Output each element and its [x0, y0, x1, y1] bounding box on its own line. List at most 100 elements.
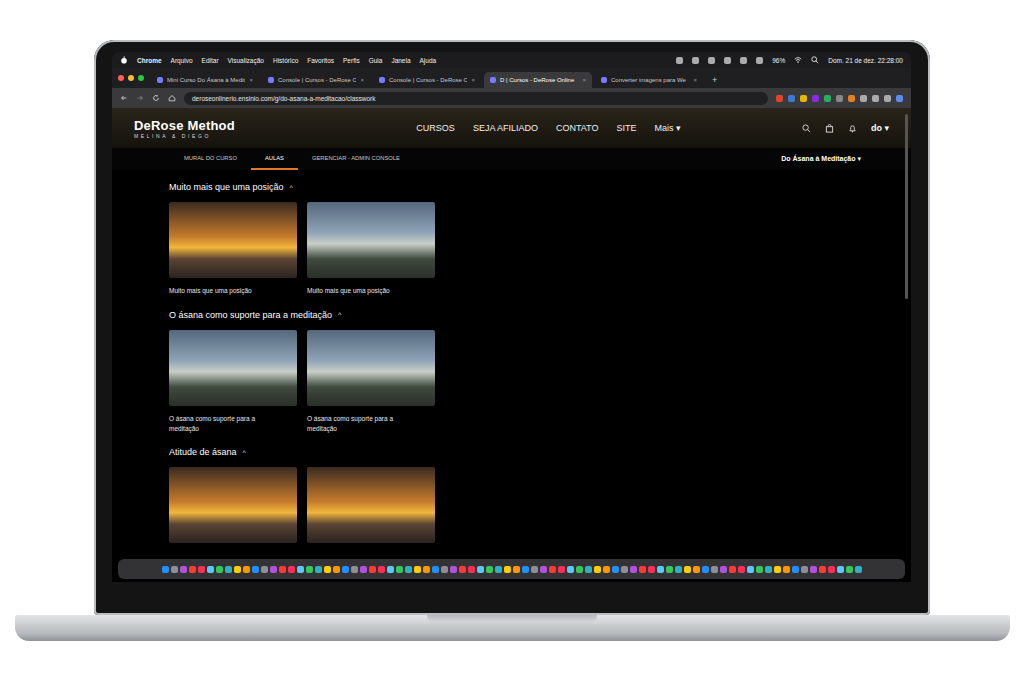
menu-item[interactable]: Visualização: [228, 57, 264, 64]
app-icon[interactable]: [513, 566, 520, 573]
app-icon[interactable]: [549, 566, 556, 573]
app-icon[interactable]: [225, 566, 232, 573]
app-icon[interactable]: [666, 566, 673, 573]
status-icon[interactable]: [724, 57, 731, 64]
bag-icon[interactable]: [825, 124, 834, 133]
app-icon[interactable]: [324, 566, 331, 573]
back-arrow-icon[interactable]: [120, 94, 128, 102]
app-icon[interactable]: [369, 566, 376, 573]
lesson-card[interactable]: O ásana como suporte para a meditação: [169, 330, 297, 434]
forward-arrow-icon[interactable]: [136, 94, 144, 102]
app-icon[interactable]: [387, 566, 394, 573]
app-icon[interactable]: [495, 566, 502, 573]
course-tab[interactable]: GERENCIAR - ADMIN CONSOLE: [298, 148, 414, 170]
menu-item[interactable]: Histórico: [273, 57, 298, 64]
app-icon[interactable]: [630, 566, 637, 573]
app-icon[interactable]: [675, 566, 682, 573]
extension-icon[interactable]: [788, 95, 795, 102]
app-icon[interactable]: [315, 566, 322, 573]
extension-icon[interactable]: [836, 95, 843, 102]
app-icon[interactable]: [603, 566, 610, 573]
reload-icon[interactable]: [152, 94, 160, 102]
app-icon[interactable]: [729, 566, 736, 573]
app-icon[interactable]: [252, 566, 259, 573]
app-icon[interactable]: [711, 566, 718, 573]
app-icon[interactable]: [342, 566, 349, 573]
menu-app-name[interactable]: Chrome: [137, 57, 162, 64]
app-icon[interactable]: [531, 566, 538, 573]
app-icon[interactable]: [306, 566, 313, 573]
menu-item[interactable]: Arquivo: [171, 57, 193, 64]
section-toggle[interactable]: ^: [338, 311, 341, 318]
app-icon[interactable]: [270, 566, 277, 573]
extension-icon[interactable]: [872, 95, 879, 102]
app-icon[interactable]: [792, 566, 799, 573]
app-icon[interactable]: [657, 566, 664, 573]
home-icon[interactable]: [168, 94, 176, 102]
app-icon[interactable]: [756, 566, 763, 573]
browser-tab[interactable]: Converter imagens para We×: [595, 72, 703, 88]
app-icon[interactable]: [747, 566, 754, 573]
extension-icon[interactable]: [896, 95, 903, 102]
status-icon[interactable]: [676, 57, 683, 64]
lesson-thumbnail[interactable]: [169, 202, 297, 278]
app-icon[interactable]: [450, 566, 457, 573]
app-icon[interactable]: [621, 566, 628, 573]
extension-icon[interactable]: [824, 95, 831, 102]
lesson-caption[interactable]: O ásana como suporte para a meditação: [307, 414, 419, 434]
app-icon[interactable]: [540, 566, 547, 573]
tab-close[interactable]: ×: [249, 77, 253, 83]
app-icon[interactable]: [189, 566, 196, 573]
section-header[interactable]: Atitude de ásana^: [169, 447, 911, 457]
status-icon[interactable]: [708, 57, 715, 64]
app-icon[interactable]: [486, 566, 493, 573]
app-icon[interactable]: [441, 566, 448, 573]
section-toggle[interactable]: ^: [243, 449, 246, 456]
app-icon[interactable]: [351, 566, 358, 573]
app-icon[interactable]: [459, 566, 466, 573]
lesson-caption[interactable]: Muito mais que uma posição: [307, 286, 419, 296]
app-icon[interactable]: [738, 566, 745, 573]
app-icon[interactable]: [405, 566, 412, 573]
app-icon[interactable]: [846, 566, 853, 573]
app-icon[interactable]: [414, 566, 421, 573]
app-icon[interactable]: [261, 566, 268, 573]
browser-tab[interactable]: Console | Cursos - DeRose O×: [373, 72, 481, 88]
minimize-button[interactable]: [128, 75, 134, 81]
lesson-caption[interactable]: O ásana como suporte para a meditação: [169, 414, 281, 434]
app-icon[interactable]: [837, 566, 844, 573]
wifi-icon[interactable]: [794, 56, 802, 64]
search-icon[interactable]: [811, 56, 819, 64]
lesson-thumbnail[interactable]: [307, 202, 435, 278]
extension-icon[interactable]: [884, 95, 891, 102]
scrollbar[interactable]: [905, 114, 908, 299]
lesson-card[interactable]: Muito mais que uma posição: [307, 202, 435, 296]
menu-item[interactable]: Perfis: [343, 57, 360, 64]
app-icon[interactable]: [774, 566, 781, 573]
menu-item[interactable]: Favoritos: [307, 57, 334, 64]
user-avatar[interactable]: do ▾: [871, 123, 889, 133]
extension-icon[interactable]: [812, 95, 819, 102]
app-icon[interactable]: [288, 566, 295, 573]
app-icon[interactable]: [360, 566, 367, 573]
extension-icon[interactable]: [776, 95, 783, 102]
app-icon[interactable]: [765, 566, 772, 573]
lesson-card[interactable]: Muito mais que uma posição: [169, 202, 297, 296]
app-icon[interactable]: [162, 566, 169, 573]
nav-link[interactable]: CURSOS: [416, 123, 455, 133]
app-icon[interactable]: [432, 566, 439, 573]
app-icon[interactable]: [801, 566, 808, 573]
app-icon[interactable]: [216, 566, 223, 573]
app-icon[interactable]: [522, 566, 529, 573]
course-tab[interactable]: MURAL DO CURSO: [170, 148, 251, 170]
app-icon[interactable]: [819, 566, 826, 573]
browser-tab[interactable]: D | Cursos - DeRose Online×: [484, 72, 592, 88]
section-header[interactable]: O ásana como suporte para a meditação^: [169, 310, 911, 320]
menu-item[interactable]: Janela: [391, 57, 410, 64]
app-icon[interactable]: [333, 566, 340, 573]
lesson-thumbnail[interactable]: [169, 467, 297, 543]
nav-link[interactable]: Mais ▾: [654, 123, 680, 133]
app-icon[interactable]: [297, 566, 304, 573]
nav-link[interactable]: CONTATO: [556, 123, 599, 133]
section-header[interactable]: Muito mais que uma posição^: [169, 182, 911, 192]
